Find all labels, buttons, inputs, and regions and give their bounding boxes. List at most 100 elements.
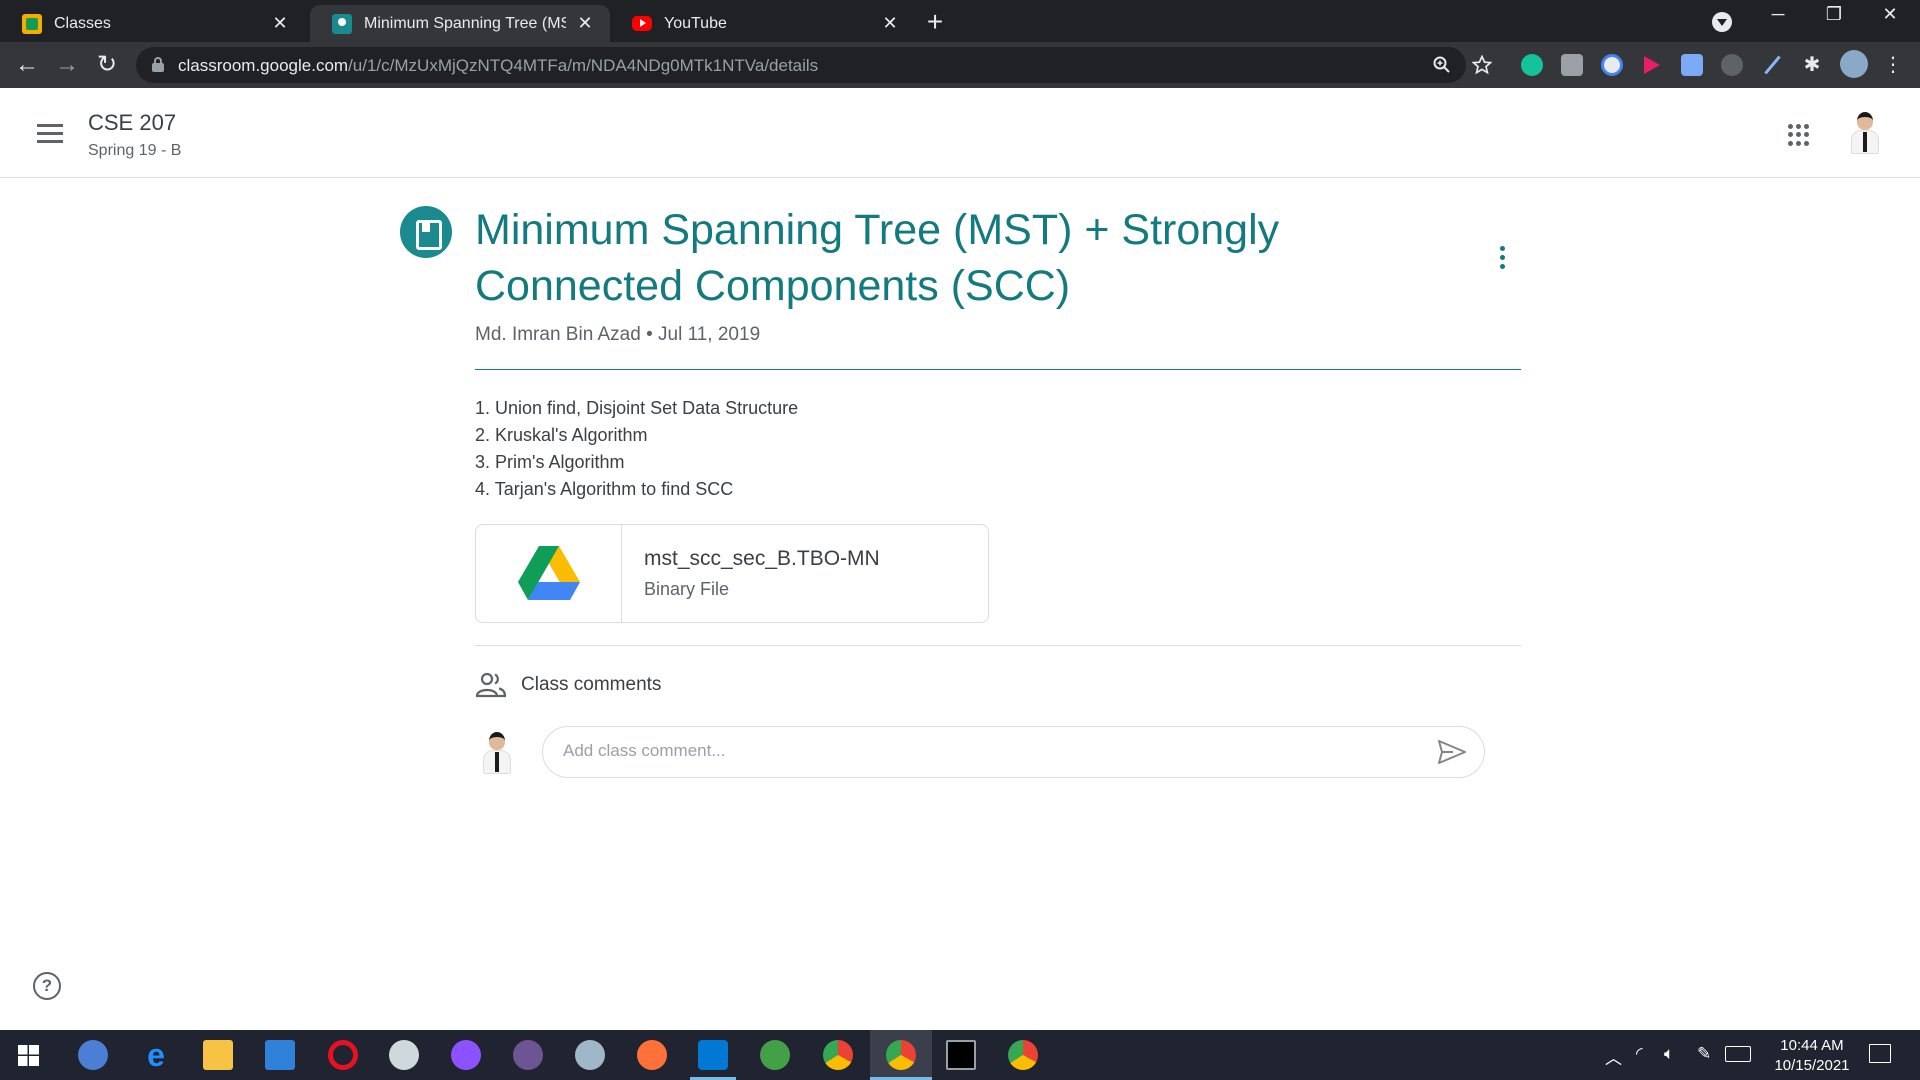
windows-taskbar: e ︿ ◜ 🔈︎ ✎ [0, 1030, 1920, 1080]
google-apps-icon[interactable] [1788, 124, 1810, 146]
pen-extension-icon[interactable] [1761, 54, 1783, 76]
extension-icon[interactable] [1601, 54, 1623, 76]
class-comments-title: Class comments [521, 674, 662, 695]
taskbar-clock[interactable]: 10:44 AM 10/15/2021 [1758, 1036, 1866, 1076]
terminal-icon[interactable] [946, 1040, 976, 1070]
windows-start-icon[interactable] [18, 1045, 39, 1066]
github-icon[interactable] [513, 1040, 543, 1070]
clock-time: 10:44 AM [1780, 1037, 1844, 1054]
classroom-header: CSE 207 Spring 19 - B [0, 88, 1920, 178]
chrome-icon[interactable] [886, 1040, 916, 1070]
clock-date: 10/15/2021 [1774, 1057, 1850, 1074]
description-line: 2. Kruskal's Algorithm [475, 425, 648, 445]
app-icon[interactable] [78, 1040, 108, 1070]
lock-icon [152, 57, 164, 72]
chrome-icon[interactable] [1008, 1040, 1038, 1070]
post-author: Md. Imran Bin Azad [475, 324, 641, 345]
volume-icon[interactable]: 🔈︎ [1664, 1044, 1674, 1064]
active-taskbar-item [870, 1030, 932, 1080]
attachment-card[interactable]: mst_scc_sec_B.TBO-MN Binary File [475, 524, 989, 623]
attachment-thumbnail [476, 525, 622, 622]
comment-box[interactable] [542, 726, 1485, 778]
comment-input[interactable] [563, 741, 1383, 761]
description-line: 3. Prim's Algorithm [475, 452, 625, 472]
puzzle-extensions-icon[interactable]: ✱ [1801, 54, 1823, 76]
more-options-icon[interactable] [1492, 246, 1512, 276]
app-icon[interactable] [575, 1040, 605, 1070]
minimize-button[interactable]: ─ [1758, 4, 1798, 25]
meta-separator: • [646, 324, 653, 345]
post-date: Jul 11, 2019 [658, 324, 761, 345]
address-bar[interactable]: classroom.google.com/u/1/c/MzUxMjQzNTQ4M… [136, 47, 1492, 83]
download-extension-icon[interactable] [1681, 54, 1703, 76]
profile-avatar-icon[interactable] [1840, 50, 1868, 78]
tab-title: YouTube [664, 14, 727, 32]
back-arrow-icon[interactable]: ← [12, 50, 42, 80]
url-path: /u/1/c/MzUxMjQzNTQ4MTFa/m/NDA4NDg0MTk1NT… [348, 56, 819, 75]
opera-icon[interactable] [328, 1040, 358, 1070]
mail-icon[interactable] [265, 1040, 295, 1070]
file-explorer-icon[interactable] [203, 1040, 233, 1070]
account-avatar[interactable] [1845, 108, 1885, 156]
browser-tab-bar: Classes ✕ Minimum Spanning Tree (MST) + … [0, 0, 1920, 42]
attachment-name: mst_scc_sec_B.TBO-MN [644, 547, 880, 570]
user-avatar [477, 728, 517, 776]
zoom-icon[interactable] [1432, 55, 1452, 75]
tab-title: Classes [54, 14, 111, 32]
firefox-icon[interactable] [637, 1040, 667, 1070]
forward-arrow-icon[interactable]: → [52, 50, 82, 80]
camera-extension-icon[interactable] [1561, 54, 1583, 76]
url-text[interactable]: classroom.google.com/u/1/c/MzUxMjQzNTQ4M… [178, 56, 818, 76]
class-comments-header: Class comments [475, 672, 661, 698]
class-name[interactable]: CSE 207 [88, 110, 176, 136]
main-menu-icon[interactable] [37, 124, 63, 148]
chrome-menu-icon[interactable]: ⋮ [1882, 54, 1904, 76]
tab-mst-scc[interactable]: Minimum Spanning Tree (MST) + S ✕ [310, 5, 610, 42]
tab-search-icon[interactable] [1712, 12, 1732, 32]
post-description: 1. Union find, Disjoint Set Data Structu… [475, 395, 798, 503]
pen-icon[interactable]: ✎ [1697, 1044, 1711, 1064]
send-icon[interactable] [1437, 739, 1467, 765]
browser-toolbar: ← → ↻ classroom.google.com/u/1/c/MzUxMjQ… [0, 42, 1920, 88]
material-icon [400, 206, 452, 258]
page-title: Minimum Spanning Tree (MST) + Strongly C… [475, 206, 1280, 310]
divider [475, 369, 1521, 370]
app-icon[interactable] [760, 1040, 790, 1070]
tab-youtube[interactable]: YouTube ✕ [610, 5, 915, 42]
attachment-type: Binary File [644, 579, 730, 599]
restore-button[interactable]: ❐ [1814, 4, 1854, 25]
tab-title: Minimum Spanning Tree (MST) + S [364, 14, 566, 32]
chrome-icon[interactable] [823, 1040, 853, 1070]
grammarly-extension-icon[interactable] [1521, 54, 1543, 76]
notifications-icon[interactable] [1869, 1044, 1891, 1063]
description-line: 1. Union find, Disjoint Set Data Structu… [475, 398, 799, 418]
divider [475, 645, 1521, 646]
window-close-button[interactable]: ✕ [1870, 4, 1910, 25]
messenger-icon[interactable] [451, 1040, 481, 1070]
tab-classes[interactable]: Classes ✕ [0, 5, 305, 42]
vscode-icon[interactable] [698, 1040, 728, 1070]
bookmark-star-icon[interactable] [1472, 55, 1492, 75]
close-icon[interactable]: ✕ [269, 13, 291, 34]
help-icon[interactable]: ? [33, 972, 61, 1000]
classroom-favicon-icon [22, 13, 42, 34]
keyboard-icon[interactable] [1725, 1046, 1751, 1062]
people-icon [475, 672, 507, 698]
extension-icon[interactable] [1721, 54, 1743, 76]
network-icon[interactable]: ◜ [1636, 1044, 1643, 1064]
close-icon[interactable]: ✕ [574, 13, 596, 34]
description-line: 4. Tarjan's Algorithm to find SCC [475, 479, 734, 499]
new-tab-button[interactable]: + [920, 6, 950, 38]
google-drive-icon [518, 546, 580, 600]
show-hidden-icons-icon[interactable]: ︿ [1605, 1044, 1622, 1069]
youtube-favicon-icon [632, 16, 652, 31]
classroom-favicon-icon [332, 13, 352, 34]
reload-icon[interactable]: ↻ [92, 50, 122, 80]
app-icon[interactable] [389, 1040, 419, 1070]
class-section: Spring 19 - B [88, 142, 182, 159]
play-extension-icon[interactable] [1641, 54, 1663, 76]
post-meta: Md. Imran Bin Azad • Jul 11, 2019 [475, 324, 760, 346]
url-host: classroom.google.com [178, 56, 349, 75]
close-icon[interactable]: ✕ [879, 13, 901, 34]
edge-icon[interactable]: e [141, 1039, 171, 1071]
